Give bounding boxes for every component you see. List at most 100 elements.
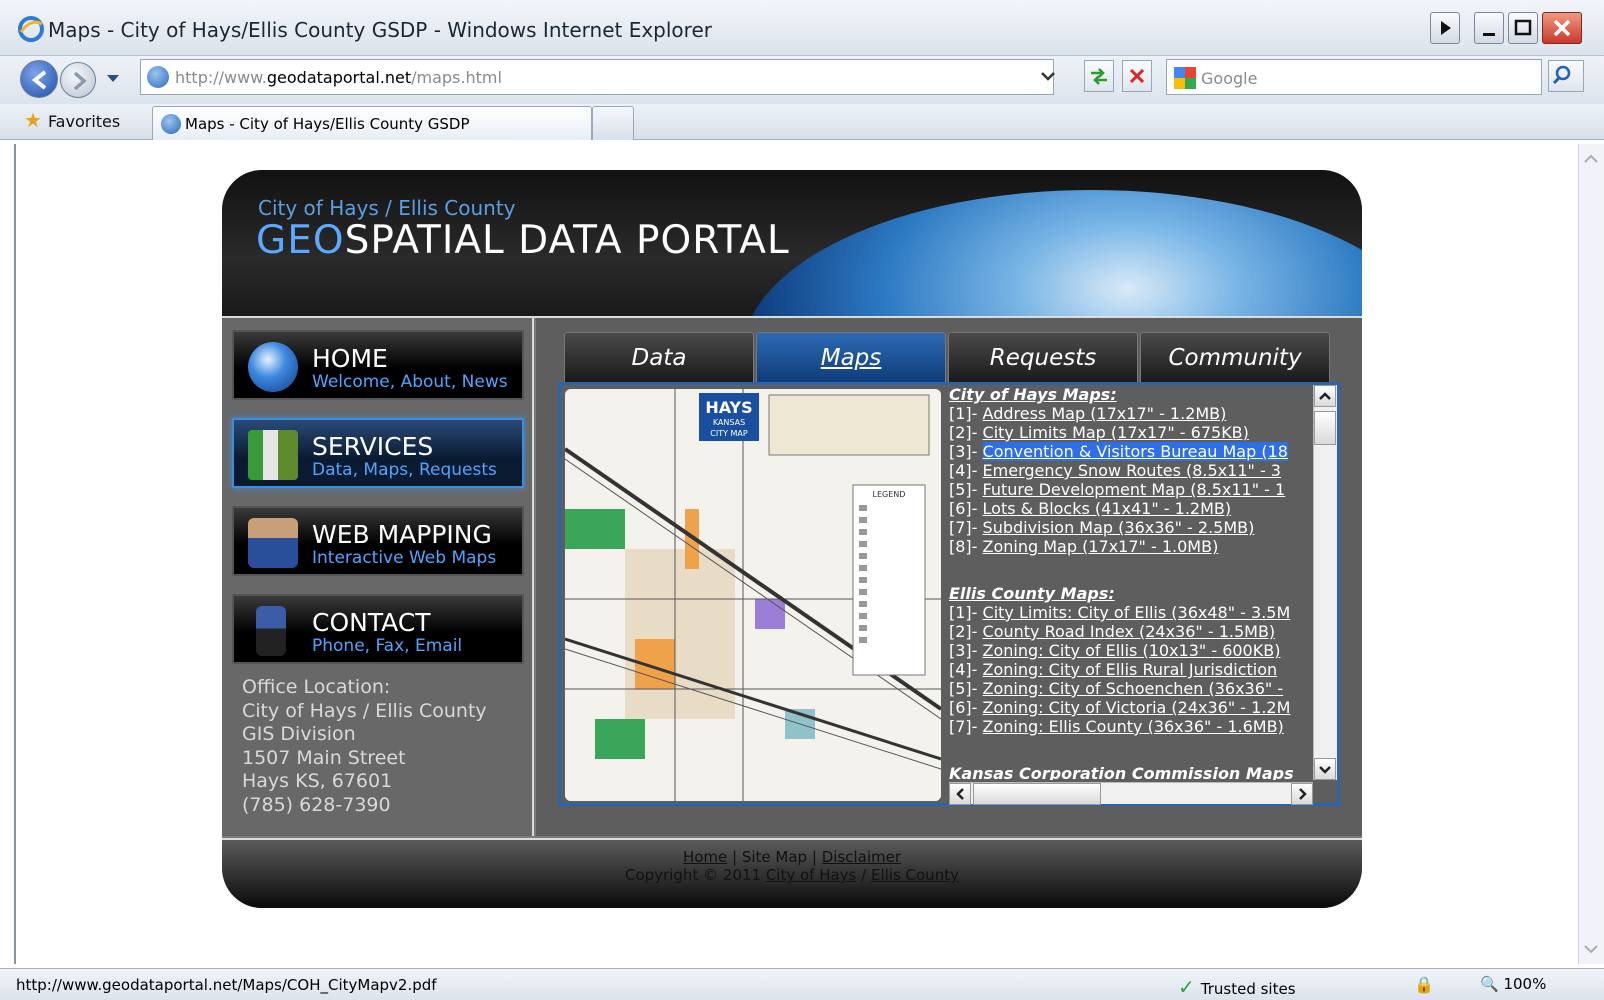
- list-item[interactable]: [3]- Convention & Visitors Bureau Map (1…: [949, 442, 1311, 461]
- list-item[interactable]: [3]- Zoning: City of Ellis (10x13" - 600…: [949, 641, 1311, 660]
- list-horizontal-scrollbar[interactable]: [949, 782, 1313, 805]
- footer-sitemap: Site Map: [741, 848, 808, 866]
- footer-city-link[interactable]: City of Hays: [766, 866, 857, 884]
- content-area: Data Maps Requests Community HAYS KANSAS…: [536, 318, 1362, 836]
- navigation-bar: http://www.geodataportal.net/maps.html G…: [0, 56, 1604, 104]
- map-link[interactable]: Subdivision Map (36x36" - 2.5MB): [983, 518, 1255, 537]
- security-zone[interactable]: ✓ Trusted sites: [1178, 975, 1296, 999]
- item-number: [5]-: [949, 679, 978, 698]
- map-link[interactable]: Emergency Snow Routes (8.5x11" - 3: [983, 461, 1281, 480]
- zoom-level: 100%: [1503, 975, 1547, 993]
- kcc-maps-heading: Kansas Corporation Commission Maps: [949, 764, 1294, 780]
- map-link[interactable]: County Road Index (24x36" - 1.5MB): [983, 622, 1276, 641]
- list-item[interactable]: [7]- Zoning: Ellis County (36x36" - 1.6M…: [949, 717, 1311, 736]
- person-at-computer-icon: [248, 518, 298, 568]
- address-url[interactable]: http://www.geodataportal.net/maps.html: [175, 68, 502, 87]
- item-number: [3]-: [949, 641, 978, 660]
- nav-home-button[interactable]: HOME Welcome, About, News: [232, 330, 524, 400]
- map-link[interactable]: Address Map (17x17" - 1.2MB): [983, 404, 1227, 423]
- map-link[interactable]: City Limits Map (17x17" - 675KB): [983, 423, 1249, 442]
- scroll-up-icon[interactable]: [1579, 148, 1603, 170]
- city-maps-heading: City of Hays Maps:: [949, 385, 1117, 404]
- stop-button[interactable]: [1122, 60, 1152, 92]
- list-item[interactable]: [5]- Future Development Map (8.5x11" - 1: [949, 480, 1311, 499]
- tab-data[interactable]: Data: [564, 332, 754, 382]
- banner-title-rest: SPATIAL DATA PORTAL: [344, 218, 790, 263]
- globe-icon: [248, 342, 298, 392]
- list-item[interactable]: [7]- Subdivision Map (36x36" - 2.5MB): [949, 518, 1311, 537]
- item-number: [2]-: [949, 622, 978, 641]
- footer-disclaimer-link[interactable]: Disclaimer: [822, 848, 901, 866]
- back-button[interactable]: [20, 60, 58, 98]
- browser-window: Maps - City of Hays/Ellis County GSDP - …: [0, 0, 1604, 1000]
- protected-mode-icon[interactable]: 🔒: [1414, 975, 1434, 994]
- footer-home-link[interactable]: Home: [683, 848, 727, 866]
- city-map-image[interactable]: HAYS KANSAS CITY MAP LEGEND: [565, 389, 941, 801]
- search-button[interactable]: [1548, 60, 1584, 92]
- list-item[interactable]: [8]- Zoning Map (17x17" - 1.0MB): [949, 537, 1311, 556]
- list-item[interactable]: [2]- City Limits Map (17x17" - 675KB): [949, 423, 1311, 442]
- minimize-button[interactable]: [1474, 12, 1504, 44]
- nav-services-button[interactable]: SERVICES Data, Maps, Requests: [232, 418, 524, 488]
- map-link[interactable]: Zoning: City of Victoria (24x36" - 1.2M: [983, 698, 1291, 717]
- list-scroll-thumb[interactable]: [1314, 411, 1336, 445]
- list-item[interactable]: [1]- City Limits: City of Ellis (36x48" …: [949, 603, 1311, 622]
- maximize-button[interactable]: [1508, 12, 1538, 44]
- footer-county-link[interactable]: Ellis County: [871, 866, 959, 884]
- map-link[interactable]: City Limits: City of Ellis (36x48" - 3.5…: [983, 603, 1291, 622]
- nav-webmapping-button[interactable]: WEB MAPPING Interactive Web Maps: [232, 506, 524, 576]
- map-link[interactable]: Zoning Map (17x17" - 1.0MB): [983, 537, 1219, 556]
- chevron-left-icon: [956, 788, 964, 800]
- list-item[interactable]: [4]- Zoning: City of Ellis Rural Jurisdi…: [949, 660, 1311, 679]
- portal-container: City of Hays / Ellis County GEOSPATIAL D…: [222, 170, 1362, 908]
- map-state: KANSAS: [713, 418, 745, 427]
- forward-button[interactable]: [60, 62, 96, 98]
- history-dropdown-icon[interactable]: [106, 74, 120, 84]
- footer-separator: |: [807, 848, 822, 866]
- list-item[interactable]: [4]- Emergency Snow Routes (8.5x11" - 3: [949, 461, 1311, 480]
- nav-services-title: SERVICES: [312, 432, 434, 461]
- map-link[interactable]: Zoning: City of Schoenchen (36x36" -: [983, 679, 1284, 698]
- zoom-control[interactable]: 🔍 100%: [1480, 975, 1546, 993]
- list-scroll-down-button[interactable]: [1314, 758, 1336, 780]
- tab-maps[interactable]: Maps: [756, 332, 946, 382]
- list-item[interactable]: [2]- County Road Index (24x36" - 1.5MB): [949, 622, 1311, 641]
- list-scroll-left-button[interactable]: [949, 783, 971, 805]
- map-link[interactable]: Zoning: Ellis County (36x36" - 1.6MB): [983, 717, 1284, 736]
- list-item[interactable]: [5]- Zoning: City of Schoenchen (36x36" …: [949, 679, 1311, 698]
- refresh-button[interactable]: [1084, 60, 1114, 92]
- list-vertical-scrollbar[interactable]: [1313, 385, 1337, 780]
- forward-arrow-icon: [73, 71, 87, 91]
- scroll-down-icon[interactable]: [1579, 938, 1603, 960]
- nav-contact-button[interactable]: CONTACT Phone, Fax, Email: [232, 594, 524, 664]
- google-icon: [1174, 67, 1196, 89]
- list-hscroll-thumb[interactable]: [973, 783, 1101, 805]
- map-link[interactable]: Convention & Visitors Bureau Map (18: [982, 442, 1288, 461]
- city-map-graphic: HAYS KANSAS CITY MAP LEGEND: [565, 389, 941, 801]
- map-link[interactable]: Future Development Map (8.5x11" - 1: [983, 480, 1286, 499]
- list-scroll-up-button[interactable]: [1314, 385, 1336, 407]
- list-item[interactable]: [1]- Address Map (17x17" - 1.2MB): [949, 404, 1311, 423]
- tab-community[interactable]: Community: [1140, 332, 1330, 382]
- tab-requests[interactable]: Requests: [948, 332, 1138, 382]
- list-scroll-right-button[interactable]: [1291, 783, 1313, 805]
- footer-slash: /: [856, 866, 871, 884]
- phone-icon: [256, 606, 286, 656]
- page-scrollbar[interactable]: [1578, 144, 1604, 964]
- favorites-button[interactable]: ★ Favorites: [24, 108, 120, 132]
- map-link[interactable]: Lots & Blocks (41x41" - 1.2MB): [983, 499, 1232, 518]
- footer-separator: |: [727, 848, 742, 866]
- menu-arrow-button[interactable]: [1430, 12, 1460, 44]
- tab-label: Maps - City of Hays/Ellis County GSDP: [185, 115, 470, 133]
- map-link[interactable]: Zoning: City of Ellis (10x13" - 600KB): [983, 641, 1281, 660]
- search-box[interactable]: Google: [1166, 59, 1542, 95]
- nav-contact-subtitle: Phone, Fax, Email: [312, 636, 463, 656]
- new-tab-button[interactable]: [592, 106, 634, 140]
- map-link[interactable]: Zoning: City of Ellis Rural Jurisdiction: [983, 660, 1278, 679]
- close-button[interactable]: [1542, 12, 1582, 44]
- address-bar[interactable]: http://www.geodataportal.net/maps.html: [140, 59, 1055, 95]
- browser-tab[interactable]: Maps - City of Hays/Ellis County GSDP: [152, 106, 592, 140]
- list-item[interactable]: [6]- Zoning: City of Victoria (24x36" - …: [949, 698, 1311, 717]
- address-dropdown-button[interactable]: [1037, 61, 1059, 93]
- list-item[interactable]: [6]- Lots & Blocks (41x41" - 1.2MB): [949, 499, 1311, 518]
